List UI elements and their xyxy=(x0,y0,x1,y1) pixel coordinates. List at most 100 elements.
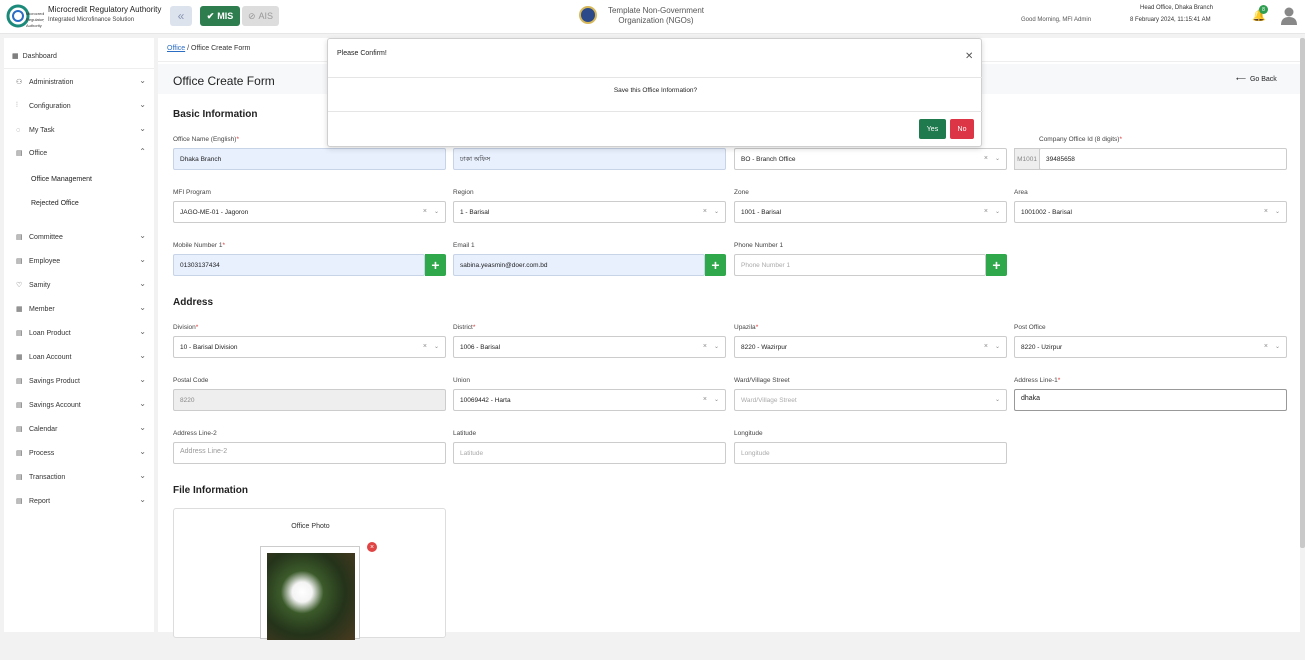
page-title: Office Create Form xyxy=(173,74,275,88)
district-select[interactable]: 1006 - Barisal × ⌄ xyxy=(453,336,726,358)
go-back-button[interactable]: ⟵ Go Back xyxy=(1236,75,1277,83)
chevron-down-icon: ⌄ xyxy=(139,100,146,109)
double-chevron-left-icon: « xyxy=(177,9,185,23)
area-select[interactable]: 1001002 - Barisal × ⌄ xyxy=(1014,201,1287,223)
go-back-label: Go Back xyxy=(1249,76,1277,83)
region-select[interactable]: 1 - Barisal × ⌄ xyxy=(453,201,726,223)
sidebar-item-dashboard[interactable]: ▦ Dashboard xyxy=(12,52,57,61)
collapse-sidebar-button[interactable]: « xyxy=(170,6,192,26)
ward-select[interactable]: Ward/Village Street ⌄ xyxy=(734,389,1007,411)
clear-icon[interactable]: × xyxy=(984,208,988,215)
office-photo-image xyxy=(267,553,355,640)
mis-toggle-button[interactable]: ✔ MIS xyxy=(200,6,240,26)
ais-label: AIS xyxy=(258,11,274,21)
mfi-program-select[interactable]: JAGO-ME-01 - Jagoron × ⌄ xyxy=(173,201,446,223)
office-name-en-input[interactable]: Dhaka Branch xyxy=(173,148,446,170)
clear-icon[interactable]: × xyxy=(984,343,988,350)
svg-text:Authority: Authority xyxy=(26,23,42,28)
close-icon[interactable]: ✕ xyxy=(965,51,973,62)
scrollbar[interactable] xyxy=(1300,38,1305,548)
sidebar-item-administration[interactable]: ⚇ Administration ⌄ xyxy=(16,75,146,89)
yes-button[interactable]: Yes xyxy=(919,119,946,139)
clear-icon[interactable]: × xyxy=(1264,343,1268,350)
division-select[interactable]: 10 - Barisal Division × ⌄ xyxy=(173,336,446,358)
sidebar-item-loan-product[interactable]: ▤ Loan Product ⌄ xyxy=(16,326,146,340)
sidebar-item-label: Employee xyxy=(29,257,61,265)
zone-select[interactable]: 1001 - Barisal × ⌄ xyxy=(734,201,1007,223)
sidebar-item-member[interactable]: ▦ Member ⌄ xyxy=(16,302,146,316)
submenu-rejected-office[interactable]: Rejected Office xyxy=(31,200,79,207)
sidebar-item-process[interactable]: ▤ Process ⌄ xyxy=(16,446,146,460)
office-name-bn-input[interactable]: ঢাকা অফিস xyxy=(453,148,726,170)
org-logo xyxy=(579,6,597,24)
clear-icon[interactable]: × xyxy=(703,396,707,403)
sidebar-item-label: Member xyxy=(29,305,55,313)
clear-icon[interactable]: × xyxy=(984,155,988,162)
clear-icon[interactable]: × xyxy=(1264,208,1268,215)
phone-input[interactable]: Phone Number 1 xyxy=(734,254,986,276)
upazila-select[interactable]: 8220 - Wazirpur × ⌄ xyxy=(734,336,1007,358)
users-icon: ⚇ xyxy=(16,79,23,86)
chevron-down-icon: ⌄ xyxy=(139,471,146,480)
brand-title: Microcredit Regulatory Authority xyxy=(48,5,162,14)
sidebar-item-calendar[interactable]: ▤ Calendar ⌄ xyxy=(16,422,146,436)
clear-icon[interactable]: × xyxy=(703,208,707,215)
sidebar-item-report[interactable]: ▤ Report ⌄ xyxy=(16,494,146,508)
sidebar-item-label: Configuration xyxy=(29,102,71,110)
post-office-select[interactable]: 8220 - Uzirpur × ⌄ xyxy=(1014,336,1287,358)
label-company-office-id: Company Office Id (8 digits)* xyxy=(1039,136,1122,143)
sidebar-item-label: Savings Product xyxy=(29,377,80,385)
sidebar-item-configuration[interactable]: ⫶ Configuration ⌄ xyxy=(16,99,146,113)
chevron-down-icon: ⌄ xyxy=(139,327,146,336)
address-line-2-input[interactable]: Address Line-2 xyxy=(173,442,446,464)
chevron-up-icon: ⌃ xyxy=(139,147,146,156)
sidebar-item-samity[interactable]: ♡ Samity ⌄ xyxy=(16,278,146,292)
sidebar-item-savings-product[interactable]: ▤ Savings Product ⌄ xyxy=(16,374,146,388)
section-title-file: File Information xyxy=(173,485,248,496)
office-id-prefix: M1001 xyxy=(1014,148,1040,170)
add-mobile-button[interactable]: + xyxy=(425,254,446,276)
branch-text: Head Office, Dhaka Branch xyxy=(1140,5,1213,11)
address-line-1-input[interactable]: dhaka xyxy=(1014,389,1287,411)
caret-down-icon: ⌄ xyxy=(994,397,1000,403)
email-input[interactable]: sabina.yeasmin@doer.com.bd xyxy=(453,254,705,276)
dialog-message: Save this Office Information? xyxy=(613,87,698,94)
breadcrumb-office-link[interactable]: Office xyxy=(167,45,185,52)
breadcrumb-current: Office Create Form xyxy=(191,45,251,52)
savings-product-icon: ▤ xyxy=(16,378,23,385)
chevron-down-icon: ⌄ xyxy=(139,124,146,133)
chevron-down-icon: ⌄ xyxy=(139,399,146,408)
add-phone-button[interactable]: + xyxy=(986,254,1007,276)
longitude-input[interactable]: Longitude xyxy=(734,442,1007,464)
sidebar-item-transaction[interactable]: ▤ Transaction ⌄ xyxy=(16,470,146,484)
union-select[interactable]: 10069442 - Harta × ⌄ xyxy=(453,389,726,411)
submenu-office-management[interactable]: Office Management xyxy=(31,176,92,183)
user-avatar-icon[interactable] xyxy=(1281,7,1297,25)
sidebar-item-loan-account[interactable]: ▦ Loan Account ⌄ xyxy=(16,350,146,364)
office-type-select[interactable]: BO - Branch Office × ⌄ xyxy=(734,148,1007,170)
sidebar-item-employee[interactable]: ▤ Employee ⌄ xyxy=(16,254,146,268)
remove-photo-icon[interactable]: × xyxy=(367,542,377,552)
loan-product-icon: ▤ xyxy=(16,330,23,337)
loan-account-icon: ▦ xyxy=(16,354,23,361)
clear-icon[interactable]: × xyxy=(423,343,427,350)
sidebar-item-committee[interactable]: ▤ Committee ⌄ xyxy=(16,230,146,244)
latitude-input[interactable]: Latitude xyxy=(453,442,726,464)
section-title-address: Address xyxy=(173,297,214,308)
clear-icon[interactable]: × xyxy=(423,208,427,215)
add-email-button[interactable]: + xyxy=(705,254,726,276)
greeting-text: Good Morning, MFI Admin xyxy=(1021,17,1092,23)
sidebar-item-savings-account[interactable]: ▤ Savings Account ⌄ xyxy=(16,398,146,412)
sidebar-item-my-task[interactable]: ◌ My Task ⌄ xyxy=(16,123,146,137)
company-office-id-input[interactable]: 39485658 xyxy=(1039,148,1287,170)
mobile-input[interactable]: 01303137434 xyxy=(173,254,425,276)
chevron-down-icon: ⌄ xyxy=(139,495,146,504)
sidebar-item-office[interactable]: ▤ Office ⌃ xyxy=(16,146,146,160)
clear-icon[interactable]: × xyxy=(703,343,707,350)
chevron-down-icon: ⌄ xyxy=(139,375,146,384)
no-button[interactable]: No xyxy=(950,119,974,139)
office-photo-frame[interactable] xyxy=(260,546,360,640)
sidebar-item-label: Samity xyxy=(29,281,51,289)
ais-toggle-button[interactable]: ⊘ AIS xyxy=(242,6,279,26)
sidebar-item-label: Committee xyxy=(29,233,63,241)
